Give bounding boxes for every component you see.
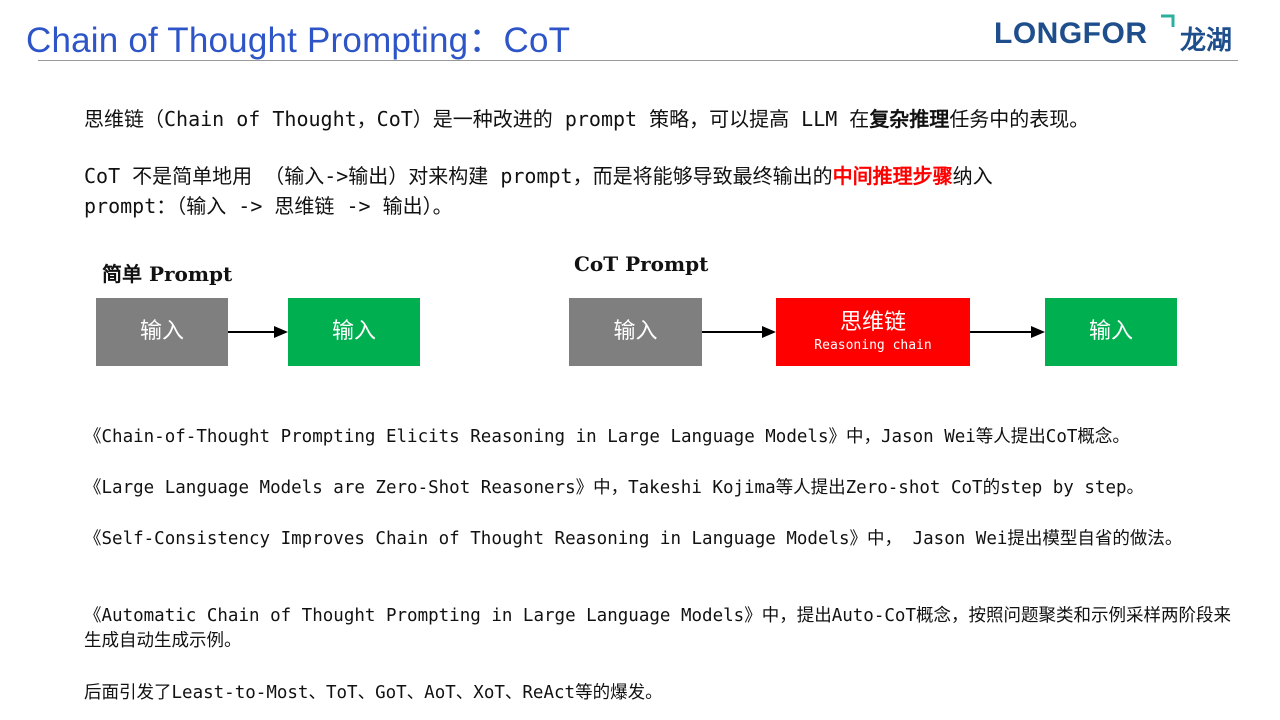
intro-p1-bold: 复杂推理 [869,107,950,131]
slide-title: Chain of Thought Prompting：CoT [26,21,571,60]
logo-wordmark: LONGFOR [994,17,1148,50]
reference-item: 《Chain-of-Thought Prompting Elicits Reas… [84,427,1130,447]
simple-input-box: 输入 [96,298,228,366]
reference-item: 《Automatic Chain of Thought Prompting in… [84,606,1231,651]
intro-p1-text: 思维链（Chain of Thought，CoT）是一种改进的 prompt 策… [84,107,870,131]
logo-corner-icon [1161,14,1175,27]
intro-p2-line2: prompt：（输入 -> 思维链 -> 输出）。 [84,194,453,218]
logo-chinese: 龙湖 [1180,26,1233,56]
simple-output-box: 输入 [288,298,420,366]
cot-prompt-label: CoT Prompt [574,252,709,276]
simple-output-text: 输入 [331,319,376,344]
reasoning-chain-subtext: Reasoning chain [814,338,932,353]
cot-input-text: 输入 [613,319,658,344]
simple-input-text: 输入 [139,319,184,344]
reference-item: 《Self-Consistency Improves Chain of Thou… [84,529,1183,549]
intro-p2-tail: 纳入 [952,164,993,188]
simple-arrow-icon [228,326,288,338]
intro-paragraph-2: CoT 不是简单地用 （输入->输出）对来构建 prompt，而是将能够导致最终… [84,161,993,221]
reasoning-chain-box: 思维链 Reasoning chain [776,298,970,366]
simple-prompt-label: 简单 Prompt [102,262,233,286]
intro-p1-tail: 任务中的表现。 [949,107,1090,131]
cot-output-box: 输入 [1045,298,1177,366]
reference-item: 《Large Language Models are Zero-Shot Rea… [84,478,1145,498]
title-divider [38,60,1238,61]
reasoning-chain-text: 思维链 [839,310,906,335]
intro-p2-text: CoT 不是简单地用 （输入->输出）对来构建 prompt，而是将能够导致最终… [84,164,833,188]
cot-input-box: 输入 [569,298,702,366]
cot-output-text: 输入 [1088,319,1133,344]
reference-item: 后面引发了Least-to-Most、ToT、GoT、AoT、XoT、ReAct… [84,683,663,703]
intro-paragraph-1: 思维链（Chain of Thought，CoT）是一种改进的 prompt 策… [84,104,1089,134]
cot-arrow-1-icon [702,326,776,338]
intro-p2-highlight: 中间推理步骤 [832,164,953,188]
cot-arrow-2-icon [970,326,1045,338]
